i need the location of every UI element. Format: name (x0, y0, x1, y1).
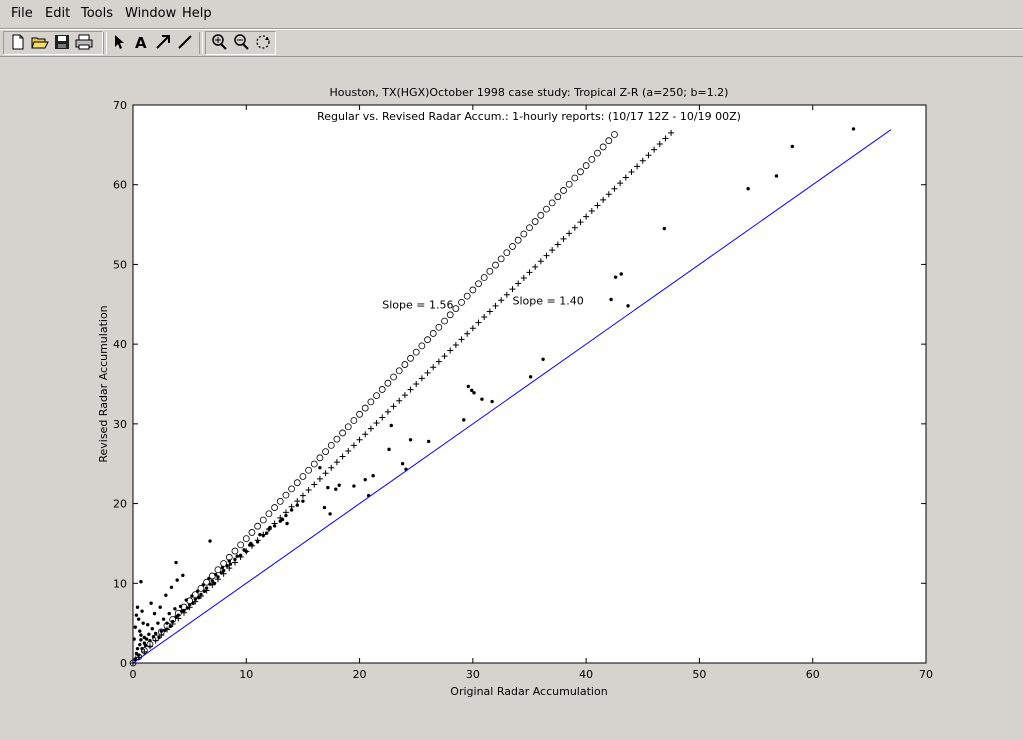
data-point (175, 578, 179, 582)
data-point (387, 447, 391, 452)
y-tick-label: 40 (113, 338, 127, 351)
data-point (774, 174, 779, 178)
x-tick-label: 30 (466, 668, 480, 681)
data-point (619, 272, 623, 276)
data-point (138, 629, 142, 633)
y-tick-label: 60 (113, 179, 127, 192)
data-point (161, 617, 166, 621)
data-point (149, 601, 153, 605)
data-point (352, 484, 356, 488)
y-tick-label: 10 (113, 577, 127, 590)
y-tick-label: 0 (120, 657, 127, 670)
data-point (662, 226, 667, 231)
data-point (156, 621, 160, 625)
x-axis-label: Original Radar Accumulation (450, 685, 607, 698)
data-point (408, 438, 413, 442)
data-point (136, 617, 141, 621)
y-tick-label: 30 (113, 418, 127, 431)
data-point (140, 609, 144, 613)
chart-subtitle: Regular vs. Revised Radar Accum.: 1-hour… (317, 110, 741, 123)
data-point (326, 485, 330, 490)
data-point (132, 637, 136, 641)
data-point (541, 357, 545, 361)
data-point (139, 638, 143, 642)
data-point (147, 632, 151, 637)
data-point (152, 611, 157, 616)
data-point (150, 627, 154, 631)
y-tick-label: 20 (113, 498, 127, 511)
x-tick-label: 20 (353, 668, 367, 681)
data-point (141, 621, 145, 625)
data-point (153, 631, 158, 636)
data-point (173, 607, 177, 611)
data-point (462, 418, 466, 422)
data-point (158, 605, 162, 609)
slope-annotation: Slope = 1.56 (382, 298, 453, 311)
data-point (490, 399, 494, 404)
slope-annotation: Slope = 1.40 (513, 294, 584, 307)
x-tick-label: 60 (806, 668, 820, 681)
x-tick-label: 40 (579, 668, 593, 681)
data-point (181, 573, 185, 578)
data-point (169, 585, 174, 589)
data-point (609, 297, 613, 302)
figure-canvas: 0 10 20 30 40 50 60 70 0 10 20 30 40 50 60 70 Slope = 1… (97, 86, 933, 698)
data-point (142, 635, 147, 640)
data-point (138, 642, 142, 647)
data-point (851, 127, 856, 131)
data-point (135, 646, 140, 651)
data-point (318, 466, 322, 470)
data-point (389, 423, 393, 428)
data-point (746, 187, 750, 191)
data-point (613, 275, 618, 279)
data-point (334, 487, 338, 491)
data-point (146, 623, 150, 627)
data-point (285, 521, 289, 526)
x-tick-label: 0 (130, 668, 137, 681)
data-point (371, 473, 375, 478)
data-point (134, 613, 139, 617)
data-point (328, 512, 332, 516)
data-point (322, 505, 327, 510)
x-tick-label: 10 (239, 668, 253, 681)
data-point (626, 304, 630, 308)
x-tick-label: 70 (919, 668, 933, 681)
data-point (480, 397, 484, 401)
data-point (301, 499, 305, 503)
data-point (790, 144, 795, 149)
data-point (466, 384, 471, 389)
data-point (164, 593, 168, 597)
chart-title: Houston, TX(HGX)October 1998 case study:… (330, 86, 729, 99)
data-point (139, 633, 143, 637)
data-point (337, 483, 341, 487)
data-point (139, 579, 143, 584)
data-point (363, 477, 367, 482)
data-point (472, 391, 476, 395)
data-point (528, 375, 533, 379)
data-point (400, 462, 405, 466)
data-point (135, 605, 140, 609)
data-point (167, 611, 171, 616)
data-point (426, 439, 431, 444)
y-axis-label: Revised Radar Accumulation (97, 305, 110, 462)
data-point (208, 539, 212, 543)
y-tick-label: 70 (113, 99, 127, 112)
x-tick-label: 50 (692, 668, 706, 681)
data-point (174, 560, 178, 565)
y-tick-label: 50 (113, 258, 127, 271)
data-point (133, 625, 137, 629)
